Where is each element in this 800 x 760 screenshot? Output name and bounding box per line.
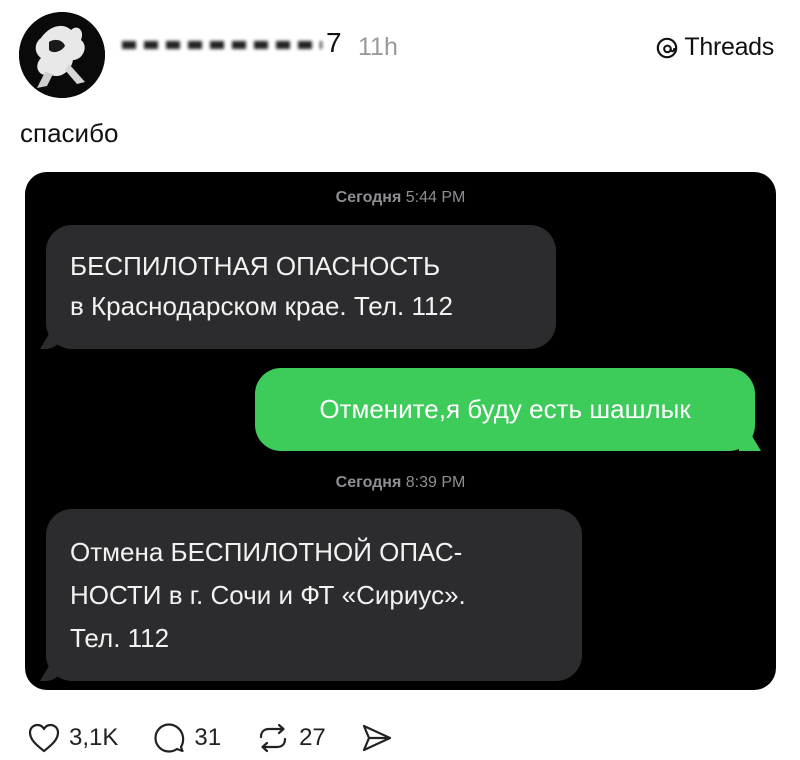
threads-brand[interactable]: Threads <box>656 33 774 62</box>
outgoing-message: Отмените,я буду есть шашлык <box>255 368 755 451</box>
incoming-message-2: Отмена БЕСПИЛОТНОЙ ОПАС- НОСТИ в г. Сочи… <box>46 509 582 681</box>
timestamp-1-day: Сегодня <box>335 189 402 206</box>
repost-button[interactable]: 27 <box>255 721 326 755</box>
send-icon <box>362 724 391 752</box>
like-count: 3,1K <box>69 724 119 751</box>
reply-button[interactable]: 31 <box>152 721 221 755</box>
brand-label: Threads <box>684 33 774 61</box>
repost-icon <box>259 723 287 753</box>
comment-icon <box>154 723 185 753</box>
timestamp-2: Сегодня 8:39 PM <box>25 474 776 492</box>
message-screenshot: Сегодня 5:44 PM БЕСПИЛОТНАЯ ОПАСНОСТЬ в … <box>25 172 776 690</box>
heart-icon <box>28 723 60 753</box>
message-3-line-1: Отмена БЕСПИЛОТНОЙ ОПАС- <box>70 537 463 567</box>
post-time: 11h <box>358 33 398 61</box>
message-3-line-2: НОСТИ в г. Сочи и ФТ «Сириус». <box>70 580 466 610</box>
incoming-message-1: БЕСПИЛОТНАЯ ОПАСНОСТЬ в Краснодарском кр… <box>46 225 556 349</box>
timestamp-2-day: Сегодня <box>335 474 402 491</box>
repost-count: 27 <box>299 724 326 751</box>
threads-logo-icon <box>657 37 678 58</box>
avatar[interactable] <box>19 12 105 98</box>
post-actions: 3,1K 31 27 <box>27 718 428 758</box>
message-1-line-1: БЕСПИЛОТНАЯ ОПАСНОСТЬ <box>70 251 441 281</box>
timestamp-2-time: 8:39 PM <box>405 474 466 491</box>
message-1-line-2: в Краснодарском крае. Тел. 112 <box>70 291 453 321</box>
username-redacted <box>122 41 322 50</box>
username-tail: 7 <box>326 27 342 58</box>
share-button[interactable] <box>360 722 394 754</box>
username[interactable]: 7 <box>122 28 352 58</box>
timestamp-1: Сегодня 5:44 PM <box>25 189 776 207</box>
timestamp-1-time: 5:44 PM <box>405 189 466 206</box>
like-button[interactable]: 3,1K <box>27 722 118 754</box>
message-3-line-3: Тел. 112 <box>70 623 170 653</box>
post-text: спасибо <box>20 118 119 148</box>
reply-count: 31 <box>194 724 222 751</box>
avatar-image <box>19 12 105 98</box>
